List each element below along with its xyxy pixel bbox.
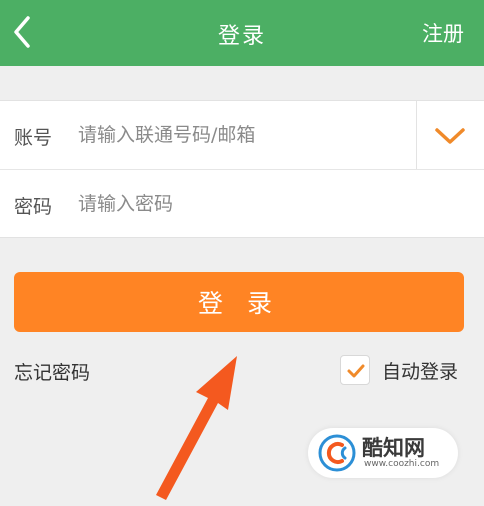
- password-input[interactable]: [78, 184, 398, 224]
- auto-login-toggle[interactable]: 自动登录: [340, 354, 458, 386]
- account-dropdown-button[interactable]: [417, 101, 484, 169]
- chevron-down-icon: [435, 128, 465, 144]
- watermark: 酷知网 www.coozhi.com: [308, 428, 458, 478]
- watermark-name: 酷知网: [362, 436, 425, 460]
- page-title: 登录: [217, 24, 266, 49]
- account-label: 账号: [14, 127, 53, 149]
- checkmark-icon: [347, 364, 365, 378]
- auto-login-label: 自动登录: [382, 360, 459, 383]
- login-form: 账号 密码: [0, 100, 484, 238]
- login-button[interactable]: 登 录: [14, 272, 464, 332]
- app-header: 登录 注册: [0, 0, 484, 66]
- back-button[interactable]: [8, 10, 38, 54]
- register-link[interactable]: 注册: [422, 18, 464, 48]
- coozhi-logo-icon: [318, 434, 356, 472]
- auto-login-checkbox[interactable]: [340, 355, 370, 385]
- password-label: 密码: [14, 196, 53, 218]
- account-input[interactable]: [78, 115, 398, 155]
- forgot-password-link[interactable]: 忘记密码: [14, 358, 90, 385]
- login-screen: 登录 注册 账号 密码 登 录 忘记密码 自动登录: [0, 0, 484, 506]
- watermark-url: www.coozhi.com: [364, 459, 440, 469]
- password-row: 密码: [0, 170, 484, 239]
- account-row: 账号: [0, 101, 484, 170]
- chevron-left-icon: [14, 16, 30, 48]
